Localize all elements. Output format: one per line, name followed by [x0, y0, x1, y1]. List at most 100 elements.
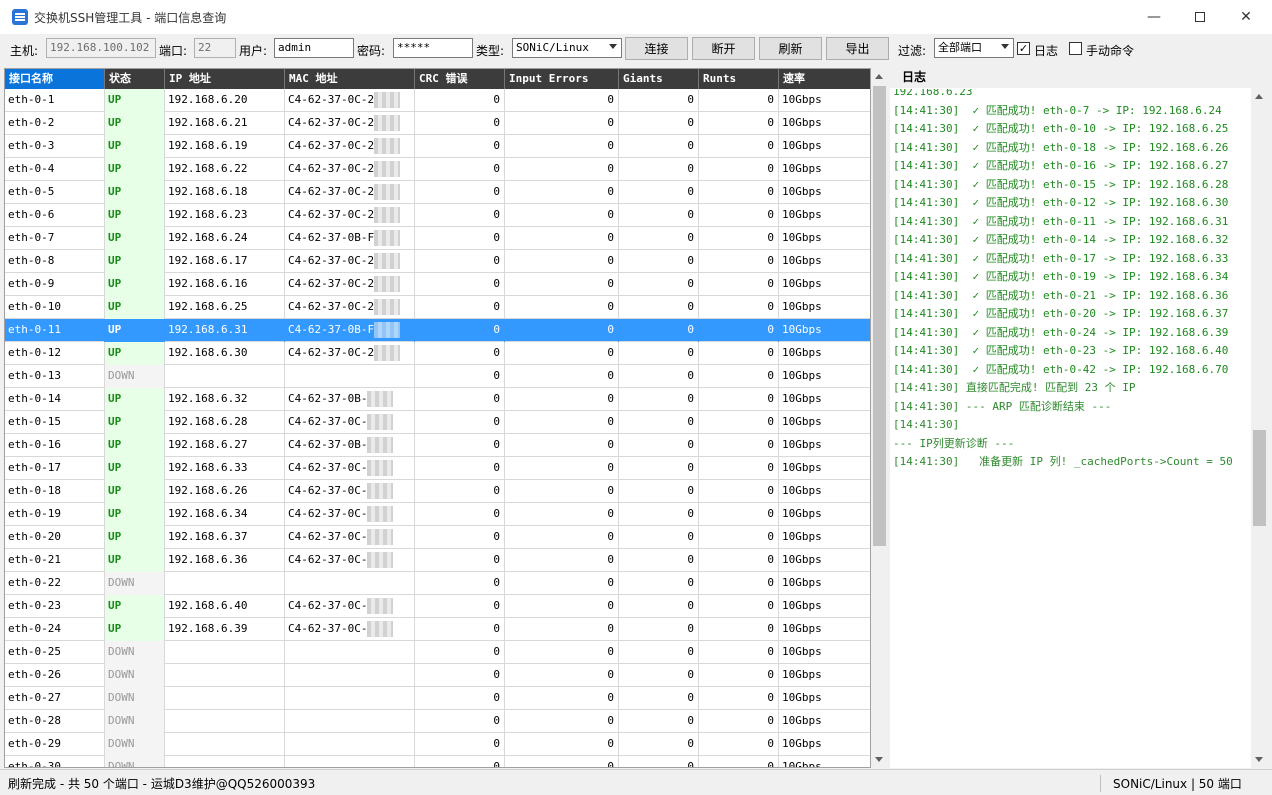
crc-value: 0 — [493, 300, 500, 313]
runts-value: 0 — [767, 714, 774, 727]
cell-name: eth-0-6 — [5, 204, 105, 227]
log-title: 日志 — [890, 68, 1268, 88]
table-row[interactable]: eth-0-27 DOWN 0 0 0 0 10Gbps — [5, 687, 870, 710]
input-errors-value: 0 — [607, 530, 614, 543]
header-col-giants[interactable]: Giants — [619, 69, 699, 89]
connect-button[interactable]: 连接 — [625, 37, 688, 60]
table-row[interactable]: eth-0-18 UP 192.168.6.26 C4-62-37-0C- 0 0 0 0 10… — [5, 480, 870, 503]
cell-runts: 0 — [699, 227, 779, 250]
log-scroll-thumb[interactable] — [1253, 430, 1266, 526]
cell-speed: 10Gbps — [779, 687, 870, 710]
log-textbox[interactable]: 192.168.6.23 [14:41:30] ✓ 匹配成功! eth-0-7 -… — [893, 89, 1249, 768]
table-row[interactable]: eth-0-30 DOWN 0 0 0 0 10Gbps — [5, 756, 870, 767]
grid-scroll-thumb[interactable] — [873, 86, 886, 546]
mac-value: C4-62-37-0B- — [288, 392, 368, 405]
table-row[interactable]: eth-0-19 UP 192.168.6.34 C4-62-37-0C- 0 0 0 0 10… — [5, 503, 870, 526]
table-row[interactable]: eth-0-25 DOWN 0 0 0 0 10Gbps — [5, 641, 870, 664]
scroll-down-icon[interactable] — [875, 757, 883, 762]
table-row[interactable]: eth-0-20 UP 192.168.6.37 C4-62-37-0C- 0 0 0 0 10… — [5, 526, 870, 549]
table-row[interactable]: eth-0-24 UP 192.168.6.39 C4-62-37-0C- 0 0 0 0 10… — [5, 618, 870, 641]
giants-value: 0 — [687, 162, 694, 175]
password-input[interactable]: ***** — [393, 38, 473, 58]
log-checkbox[interactable]: ✓ — [1017, 42, 1030, 55]
table-row[interactable]: eth-0-6 UP 192.168.6.23 C4-62-37-0C-2 0 0 0 0 10… — [5, 204, 870, 227]
cell-status: UP — [105, 89, 165, 112]
table-row[interactable]: eth-0-3 UP 192.168.6.19 C4-62-37-0C-2 0 0 0 0 10… — [5, 135, 870, 158]
speed-value: 10Gbps — [782, 369, 822, 382]
cell-speed: 10Gbps — [779, 572, 870, 595]
table-row[interactable]: eth-0-21 UP 192.168.6.36 C4-62-37-0C- 0 0 0 0 10… — [5, 549, 870, 572]
manual-command-checkbox[interactable] — [1069, 42, 1082, 55]
export-button[interactable]: 导出 — [826, 37, 889, 60]
port-input[interactable]: 22 — [194, 38, 236, 58]
header-col-speed[interactable]: 速率 — [779, 69, 870, 89]
header-col-mac[interactable]: MAC 地址 — [285, 69, 415, 89]
table-row[interactable]: eth-0-14 UP 192.168.6.32 C4-62-37-0B- 0 0 0 0 10… — [5, 388, 870, 411]
table-row[interactable]: eth-0-4 UP 192.168.6.22 C4-62-37-0C-2 0 0 0 0 10… — [5, 158, 870, 181]
speed-value: 10Gbps — [782, 553, 822, 566]
cell-giants: 0 — [619, 342, 699, 365]
disconnect-button[interactable]: 断开 — [692, 37, 755, 60]
grid-scrollbar[interactable] — [871, 68, 888, 768]
table-row[interactable]: eth-0-10 UP 192.168.6.25 C4-62-37-0C-2 0 0 0 0 1… — [5, 296, 870, 319]
scroll-up-icon[interactable] — [1255, 94, 1263, 99]
status-value: UP — [108, 277, 122, 290]
runts-value: 0 — [767, 323, 774, 336]
type-select[interactable]: SONiC/Linux — [512, 38, 622, 58]
table-row[interactable]: eth-0-28 DOWN 0 0 0 0 10Gbps — [5, 710, 870, 733]
mac-value: C4-62-37-0C- — [288, 553, 368, 566]
header-col-ip[interactable]: IP 地址 — [165, 69, 285, 89]
input-errors-value: 0 — [607, 415, 614, 428]
table-row[interactable]: eth-0-13 DOWN 0 0 0 0 10Gbps — [5, 365, 870, 388]
table-row[interactable]: eth-0-9 UP 192.168.6.16 C4-62-37-0C-2 0 0 0 0 10… — [5, 273, 870, 296]
crc-value: 0 — [493, 185, 500, 198]
user-input[interactable]: admin — [274, 38, 354, 58]
status-value: UP — [108, 346, 122, 359]
table-row[interactable]: eth-0-16 UP 192.168.6.27 C4-62-37-0B- 0 0 0 0 10… — [5, 434, 870, 457]
maximize-button[interactable] — [1177, 0, 1223, 34]
header-col-status[interactable]: 状态 — [105, 69, 165, 89]
redacted-mask — [374, 230, 401, 246]
status-value: DOWN — [108, 668, 135, 681]
scroll-up-icon[interactable] — [875, 74, 883, 79]
table-row[interactable]: eth-0-22 DOWN 0 0 0 0 10Gbps — [5, 572, 870, 595]
speed-value: 10Gbps — [782, 254, 822, 267]
table-row[interactable]: eth-0-23 UP 192.168.6.40 C4-62-37-0C- 0 0 0 0 10… — [5, 595, 870, 618]
table-row[interactable]: eth-0-11 UP 192.168.6.31 C4-62-37-0B-F 0 0 0 0 1… — [5, 319, 870, 342]
cell-mac: C4-62-37-0C- — [285, 480, 415, 503]
filter-select[interactable]: 全部端口 — [934, 38, 1014, 58]
log-scrollbar[interactable] — [1251, 88, 1268, 768]
scroll-down-icon[interactable] — [1255, 757, 1263, 762]
table-row[interactable]: eth-0-26 DOWN 0 0 0 0 10Gbps — [5, 664, 870, 687]
table-row[interactable]: eth-0-1 UP 192.168.6.20 C4-62-37-0C-2 0 0 0 0 10… — [5, 89, 870, 112]
header-col-name[interactable]: 接口名称 — [5, 69, 105, 89]
header-col-crc[interactable]: CRC 错误 — [415, 69, 505, 89]
status-value: UP — [108, 300, 122, 313]
header-col-runts[interactable]: Runts — [699, 69, 779, 89]
table-row[interactable]: eth-0-8 UP 192.168.6.17 C4-62-37-0C-2 0 0 0 0 10… — [5, 250, 870, 273]
table-row[interactable]: eth-0-12 UP 192.168.6.30 C4-62-37-0C-2 0 0 0 0 1… — [5, 342, 870, 365]
host-input[interactable]: 192.168.100.102 — [46, 38, 156, 58]
redacted-mask — [367, 598, 394, 614]
header-col-input-errors[interactable]: Input Errors — [505, 69, 619, 89]
status-value: UP — [108, 208, 122, 221]
table-row[interactable]: eth-0-2 UP 192.168.6.21 C4-62-37-0C-2 0 0 0 0 10… — [5, 112, 870, 135]
table-row[interactable]: eth-0-15 UP 192.168.6.28 C4-62-37-0C- 0 0 0 0 10… — [5, 411, 870, 434]
speed-value: 10Gbps — [782, 576, 822, 589]
minimize-button[interactable]: — — [1131, 0, 1177, 34]
cell-speed: 10Gbps — [779, 457, 870, 480]
table-row[interactable]: eth-0-17 UP 192.168.6.33 C4-62-37-0C- 0 0 0 0 10… — [5, 457, 870, 480]
ip-value: 192.168.6.36 — [168, 553, 248, 566]
table-row[interactable]: eth-0-29 DOWN 0 0 0 0 10Gbps — [5, 733, 870, 756]
refresh-button[interactable]: 刷新 — [759, 37, 822, 60]
log-line: [14:41:30] ✓ 匹配成功! eth-0-11 -> IP: 192.1… — [893, 214, 1229, 228]
table-row[interactable]: eth-0-7 UP 192.168.6.24 C4-62-37-0B-F 0 0 0 0 10… — [5, 227, 870, 250]
cell-speed: 10Gbps — [779, 549, 870, 572]
cell-input-errors: 0 — [505, 365, 619, 388]
cell-speed: 10Gbps — [779, 158, 870, 181]
cell-name: eth-0-25 — [5, 641, 105, 664]
mac-value: C4-62-37-0C-2 — [288, 277, 375, 290]
close-button[interactable]: ✕ — [1223, 0, 1269, 34]
port-grid[interactable]: 接口名称 状态 IP 地址 MAC 地址 CRC 错误 Input Errors Giant… — [4, 68, 871, 768]
table-row[interactable]: eth-0-5 UP 192.168.6.18 C4-62-37-0C-2 0 0 0 0 10… — [5, 181, 870, 204]
